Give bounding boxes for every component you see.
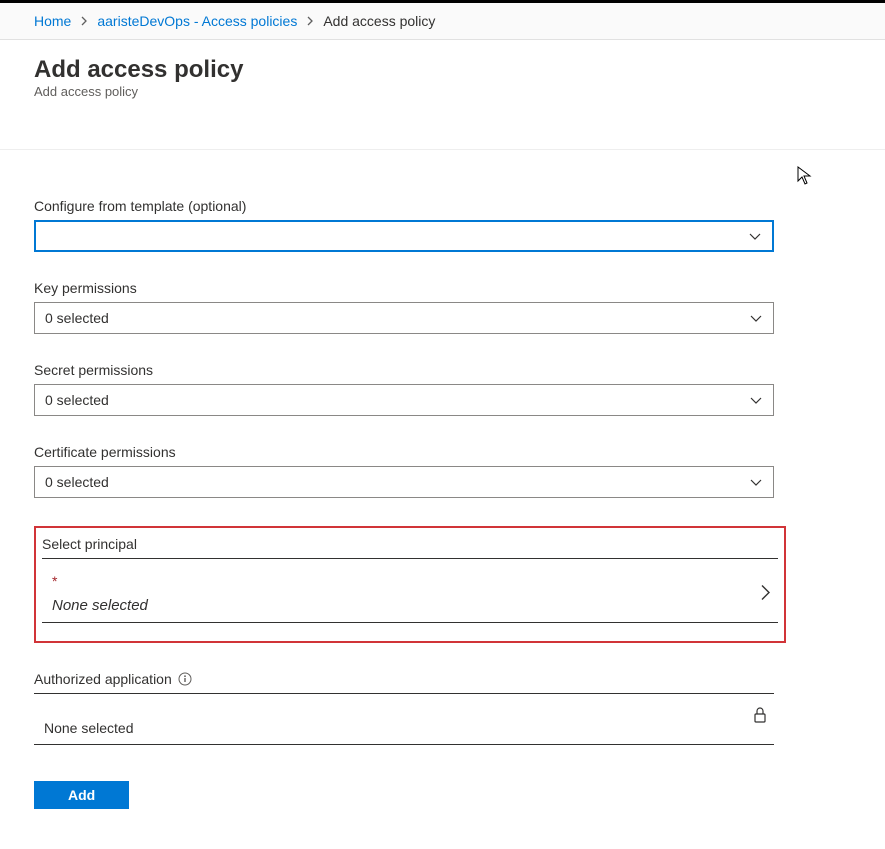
template-dropdown[interactable]	[34, 220, 774, 252]
select-principal-highlight: Select principal * None selected	[34, 526, 786, 643]
page-subtitle: Add access policy	[34, 84, 851, 99]
breadcrumb-current: Add access policy	[323, 13, 435, 29]
secret-permissions-label: Secret permissions	[34, 362, 776, 378]
certificate-permissions-value: 0 selected	[45, 474, 109, 490]
authorized-application-picker: None selected	[34, 712, 774, 745]
breadcrumb: Home aaristeDevOps - Access policies Add…	[0, 3, 885, 40]
chevron-right-icon	[79, 13, 89, 29]
required-indicator: *	[52, 573, 778, 589]
key-permissions-label: Key permissions	[34, 280, 776, 296]
secret-permissions-dropdown[interactable]: 0 selected	[34, 384, 774, 416]
key-permissions-dropdown[interactable]: 0 selected	[34, 302, 774, 334]
select-principal-label: Select principal	[42, 536, 778, 559]
chevron-right-icon	[758, 583, 772, 604]
key-permissions-value: 0 selected	[45, 310, 109, 326]
cursor-icon	[797, 166, 813, 189]
page-title: Add access policy	[34, 56, 851, 84]
certificate-permissions-dropdown[interactable]: 0 selected	[34, 466, 774, 498]
template-label: Configure from template (optional)	[34, 198, 776, 214]
authorized-application-label: Authorized application	[34, 671, 774, 694]
info-icon[interactable]	[178, 672, 192, 686]
chevron-down-icon	[749, 393, 763, 407]
chevron-down-icon	[749, 311, 763, 325]
authorized-application-value: None selected	[44, 720, 134, 736]
chevron-down-icon	[748, 229, 762, 243]
secret-permissions-value: 0 selected	[45, 392, 109, 408]
chevron-right-icon	[305, 13, 315, 29]
breadcrumb-home[interactable]: Home	[34, 13, 71, 29]
breadcrumb-vault[interactable]: aaristeDevOps - Access policies	[97, 13, 297, 29]
select-principal-picker[interactable]: * None selected	[42, 565, 778, 623]
select-principal-value: None selected	[52, 597, 148, 614]
lock-icon	[752, 706, 768, 727]
chevron-down-icon	[749, 475, 763, 489]
add-button[interactable]: Add	[34, 781, 129, 809]
certificate-permissions-label: Certificate permissions	[34, 444, 776, 460]
